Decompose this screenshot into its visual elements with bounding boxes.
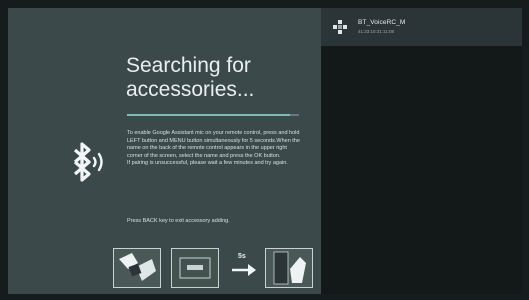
progress-fill bbox=[127, 114, 291, 116]
instruction-paragraph: To enable Google Assistant mic on your r… bbox=[127, 130, 300, 159]
device-list-item[interactable]: BT_VoiceRC_M 41:33:10:31:11:08 bbox=[321, 8, 522, 46]
step-timer-label: 5s bbox=[238, 253, 246, 260]
pairing-panel: Searching for accessories... To enable G… bbox=[8, 8, 321, 294]
device-address: 41:33:10:31:11:08 bbox=[358, 29, 394, 34]
device-name: BT_VoiceRC_M bbox=[358, 19, 406, 26]
step-press-ok-image bbox=[265, 248, 313, 288]
pairing-instructions: To enable Google Assistant mic on your r… bbox=[127, 130, 303, 168]
bluetooth-signal-icon bbox=[55, 138, 113, 186]
step-hold-buttons-image bbox=[113, 248, 161, 288]
back-hint-text: Press BACK key to exit accessory adding. bbox=[127, 218, 230, 224]
page-title: Searching for accessories... bbox=[126, 54, 255, 101]
instruction-paragraph: If pairing is unsuccessful, please wait … bbox=[127, 160, 288, 167]
step-remote-back-image bbox=[171, 248, 219, 288]
device-list-panel: BT_VoiceRC_M 41:33:10:31:11:08 bbox=[321, 8, 522, 294]
arrow-right-icon bbox=[230, 262, 260, 278]
remote-control-icon bbox=[333, 20, 347, 34]
search-progress-bar bbox=[127, 114, 299, 116]
pairing-steps-illustration: 5s bbox=[113, 248, 323, 288]
